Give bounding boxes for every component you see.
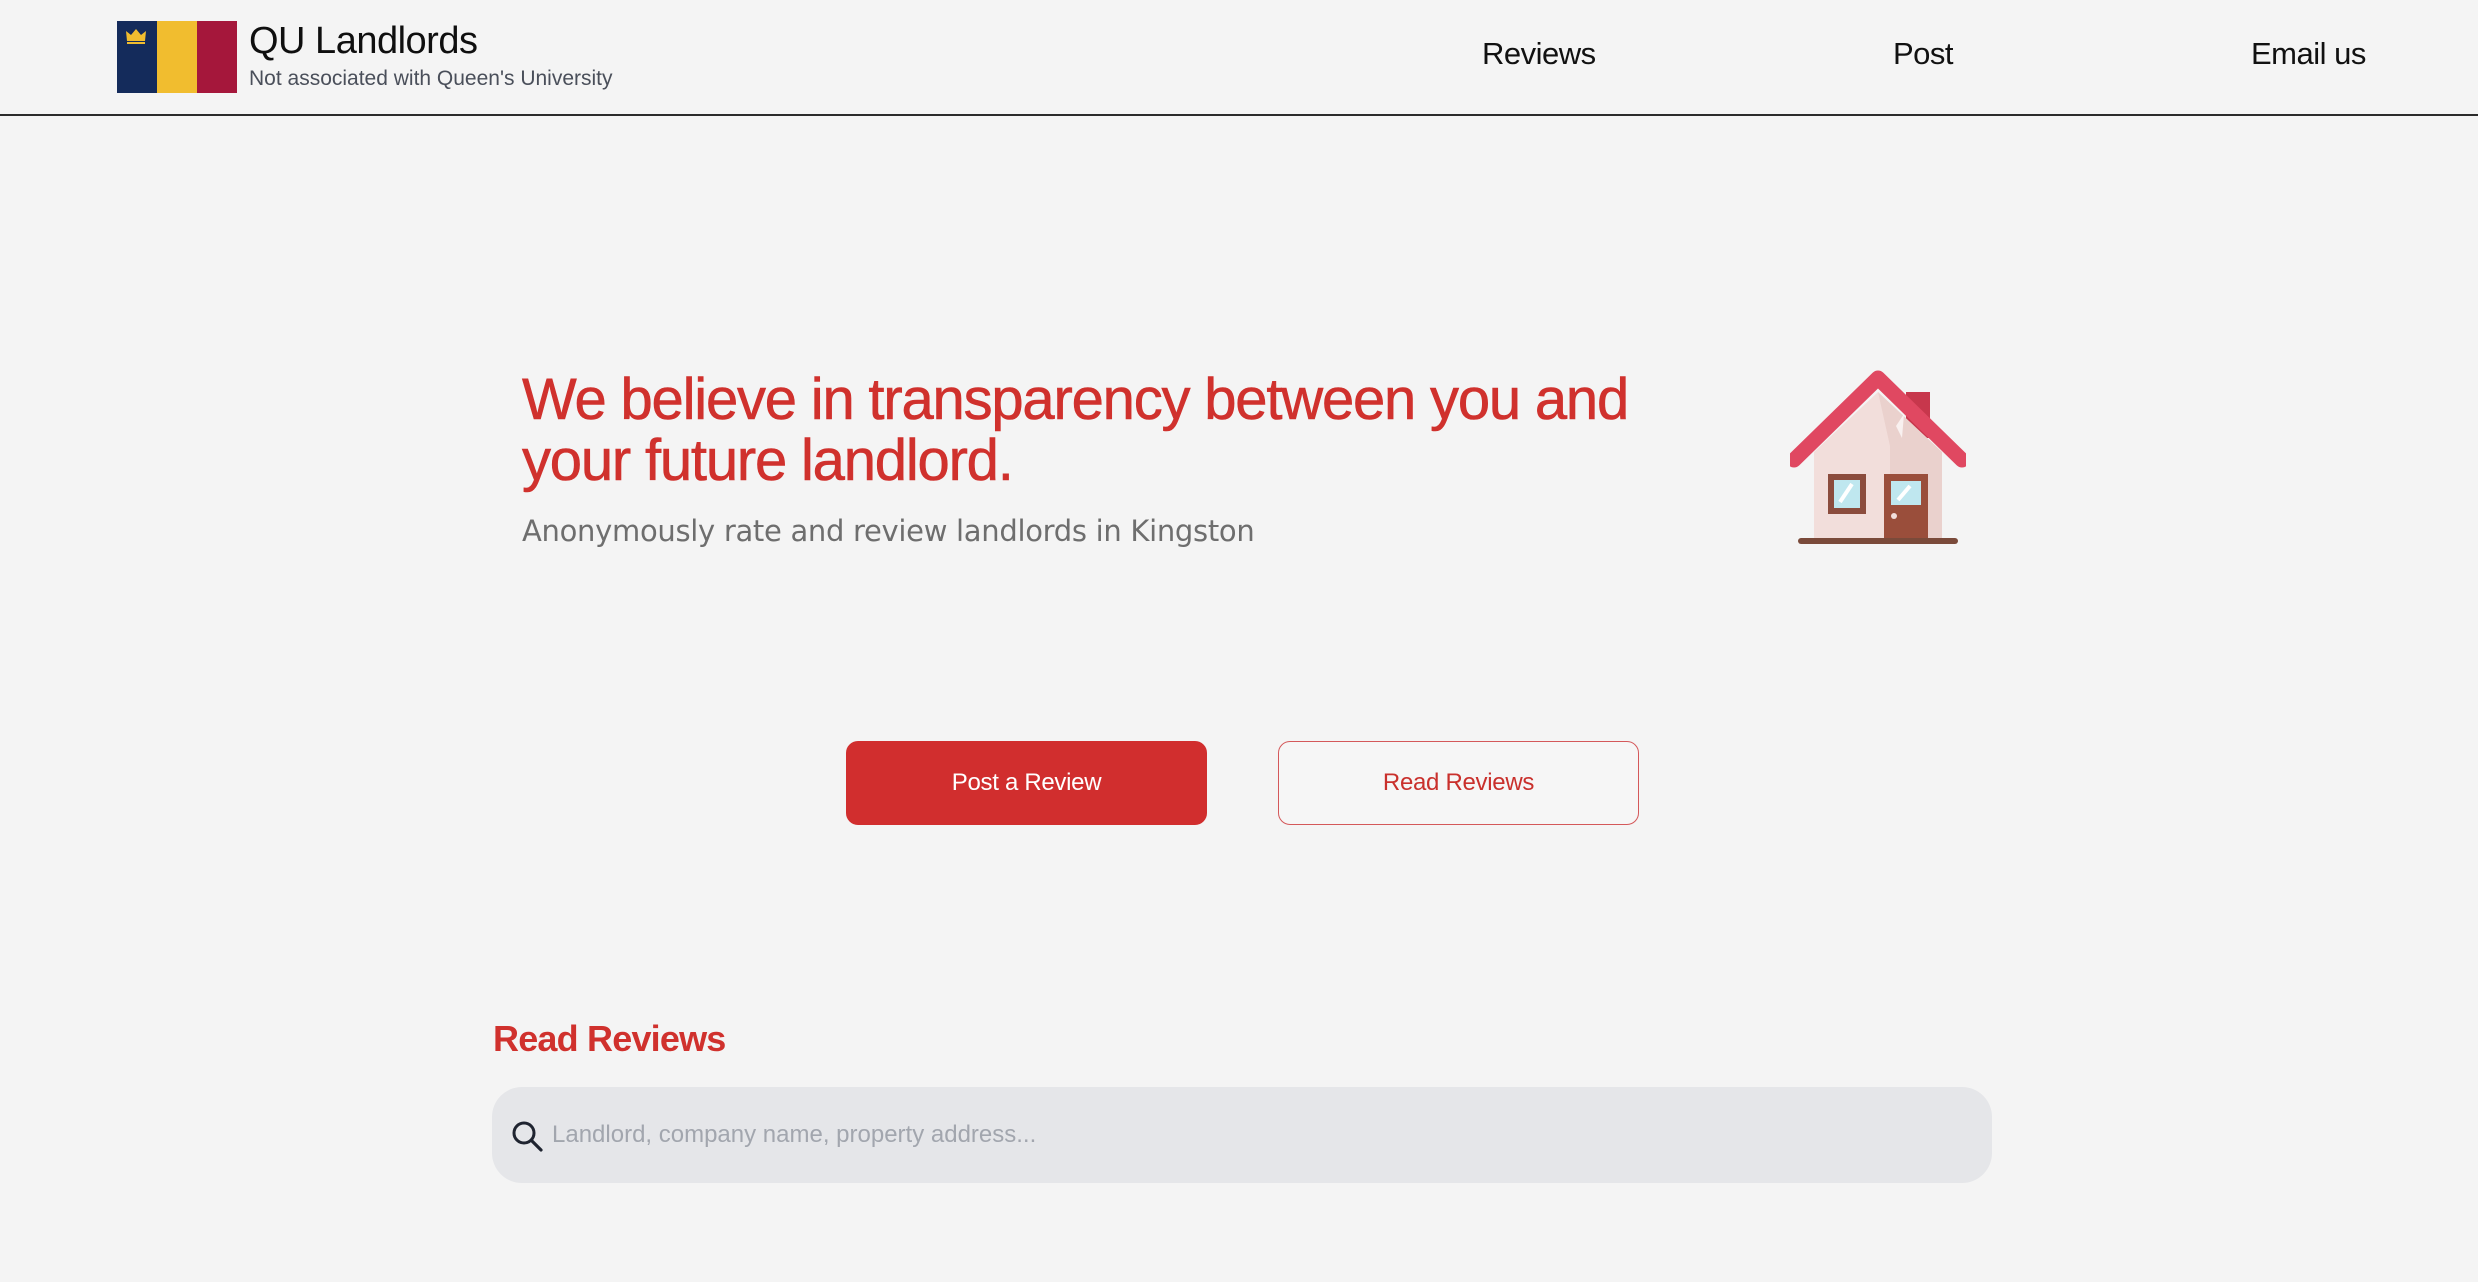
hero-heading: We believe in transparency between you a… bbox=[522, 367, 1630, 493]
nav-email-link[interactable]: Email us bbox=[2251, 36, 2366, 72]
read-reviews-heading: Read Reviews bbox=[493, 1018, 726, 1059]
post-review-button[interactable]: Post a Review bbox=[846, 741, 1207, 825]
brand-title[interactable]: QU Landlords bbox=[249, 20, 478, 63]
logo-stripe-gold bbox=[157, 21, 197, 93]
nav-post-link[interactable]: Post bbox=[1893, 36, 1954, 72]
search-input[interactable] bbox=[552, 1087, 1972, 1183]
search-icon bbox=[512, 1121, 543, 1152]
crown-icon bbox=[126, 29, 146, 44]
brand-subtitle: Not associated with Queen's University bbox=[249, 67, 613, 90]
hero-subheading: Anonymously rate and review landlords in… bbox=[522, 514, 1255, 548]
logo-stripe-navy bbox=[117, 21, 157, 93]
logo[interactable] bbox=[117, 21, 237, 93]
house-icon bbox=[1790, 370, 1966, 544]
nav-reviews-link[interactable]: Reviews bbox=[1482, 36, 1596, 72]
site-header: QU Landlords Not associated with Queen's… bbox=[0, 0, 2478, 116]
read-reviews-button[interactable]: Read Reviews bbox=[1278, 741, 1639, 825]
logo-stripe-red bbox=[197, 21, 237, 93]
search-bar[interactable] bbox=[492, 1087, 1992, 1183]
